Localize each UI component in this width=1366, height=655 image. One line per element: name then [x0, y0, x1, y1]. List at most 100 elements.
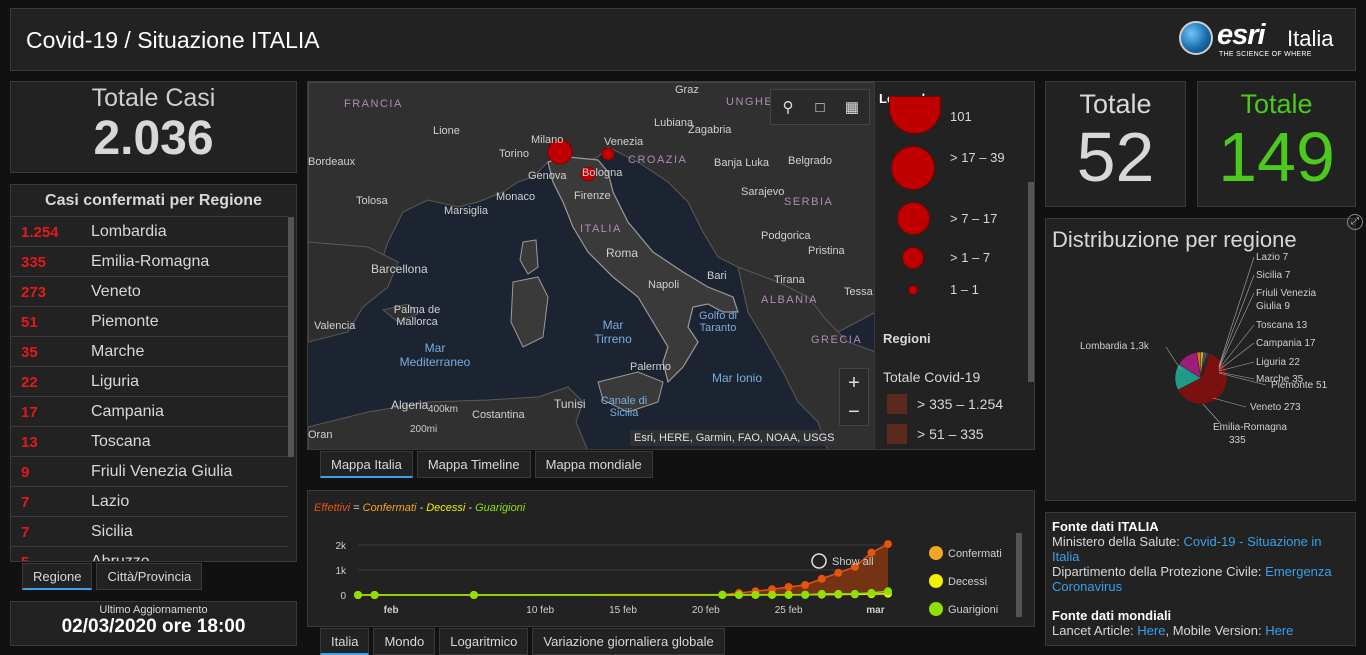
region-row[interactable]: 335 Emilia-Romagna — [11, 246, 288, 276]
map-city: Pristina — [808, 245, 845, 257]
region-name: Piemonte — [91, 313, 159, 330]
map-city: Milano — [531, 134, 564, 146]
total-cases-label: Totale Casi — [91, 84, 216, 112]
legend-label: Guarigioni — [948, 604, 998, 616]
y-tick-label: 1k — [335, 566, 347, 577]
x-tick-label: 15 feb — [609, 605, 637, 616]
zoom-out-button[interactable]: − — [840, 398, 868, 427]
globe-icon — [1179, 21, 1213, 55]
tab-mondo[interactable]: Mondo — [373, 628, 436, 655]
map-label-serbia: SERBIA — [784, 196, 834, 208]
total-deaths-label: Totale — [1079, 89, 1152, 119]
region-name: Veneto — [91, 283, 141, 300]
map-scale-km: 400km — [428, 404, 459, 415]
legend-label: Decessi — [948, 576, 987, 588]
data-point-guarigioni — [801, 590, 810, 599]
map-label-grecia: GRECIA — [811, 334, 863, 346]
map-city: Lione — [433, 125, 460, 137]
region-row[interactable]: 22 Liguria — [11, 366, 288, 396]
distribution-pie-chart[interactable] — [1046, 219, 1357, 502]
data-point-confermati — [884, 540, 892, 549]
map-city: Tolosa — [356, 195, 388, 207]
esri-logo[interactable]: esri Italia THE SCIENCE OF WHERE — [1179, 17, 1341, 65]
region-count: 51 — [21, 314, 38, 331]
region-row[interactable]: 7 Sicilia — [11, 516, 288, 546]
legend-item: > 7 – 17 — [950, 211, 998, 226]
pie-label: Friuli Venezia — [1256, 288, 1317, 299]
tab-mappa-italia[interactable]: Mappa Italia — [320, 451, 413, 478]
region-row[interactable]: 5 Abruzzo — [11, 546, 288, 561]
tab-regione[interactable]: Regione — [22, 563, 93, 590]
data-point-confermati — [834, 568, 843, 577]
total-deaths-value: 52 — [1076, 118, 1155, 196]
region-name: Emilia-Romagna — [91, 253, 210, 270]
legend-class-swatch — [887, 394, 907, 414]
map-city: Sarajevo — [741, 186, 785, 198]
total-cases-value: 2.036 — [93, 112, 214, 165]
map-sea: Mar Tirreno — [594, 318, 632, 346]
map-city: Monaco — [496, 191, 536, 203]
pie-label: Lazio 7 — [1256, 252, 1289, 263]
legend-symbol — [902, 247, 924, 269]
legend-class: > 335 – 1.254 — [917, 396, 1004, 412]
map-scale-mi: 200mi — [410, 424, 438, 435]
region-row[interactable]: 13 Toscana — [11, 426, 288, 456]
map-city: Graz — [675, 84, 699, 96]
map-city: Firenze — [574, 190, 611, 202]
data-point-guarigioni — [734, 590, 743, 599]
region-row[interactable]: 35 Marche — [11, 336, 288, 366]
map-city: Genova — [528, 170, 567, 182]
region-row[interactable]: 9 Friuli Venezia Giulia — [11, 456, 288, 486]
pie-label: Toscana 13 — [1256, 320, 1308, 331]
map-city: Bari — [707, 270, 727, 282]
region-row[interactable]: 51 Piemonte — [11, 306, 288, 336]
map-label-albania: ALBANIA — [761, 294, 818, 306]
region-row[interactable]: 1.254 Lombardia — [11, 216, 288, 246]
qr-code-icon[interactable]: ▦ — [841, 97, 863, 119]
map-attribution[interactable]: Esri, HERE, Garmin, FAO, NOAA, USGS — [630, 430, 839, 446]
map-sea: Mar Ionio — [712, 371, 763, 385]
map-label-croazia: CROAZIA — [628, 154, 688, 166]
region-row[interactable]: 17 Campania — [11, 396, 288, 426]
source-link-lancet[interactable]: Here — [1137, 623, 1165, 638]
pie-label: Liguria 22 — [1256, 357, 1300, 368]
pie-label: 335 — [1229, 435, 1246, 446]
region-count: 13 — [21, 434, 38, 451]
show-all-button[interactable]: Show all — [832, 556, 874, 568]
legend-symbol — [889, 96, 941, 134]
tab-mappa-mondiale[interactable]: Mappa mondiale — [534, 451, 653, 478]
tab-logaritmico[interactable]: Logaritmico — [439, 628, 529, 655]
tab-citta-provincia[interactable]: Città/Provincia — [96, 563, 203, 590]
map-city: Venezia — [604, 136, 644, 148]
legend-symbol — [908, 285, 918, 295]
map-legend: Legenda 101 > 17 – 39 > 7 – 17 > 1 – 7 1… — [875, 81, 1035, 450]
data-point-guarigioni — [817, 589, 826, 598]
region-name: Lazio — [91, 493, 130, 510]
source-text: Dipartimento della Protezione Civile: — [1052, 564, 1266, 579]
map-sea: Mar Mediterraneo — [399, 341, 471, 369]
x-tick-label: 20 feb — [692, 605, 720, 616]
map-city: Zagabria — [688, 124, 732, 136]
map-view[interactable]: FRANCIA UNGHE CROAZIA SERBIA ITALIA ALBA… — [307, 81, 875, 450]
expand-icon[interactable]: ⤢ — [1347, 214, 1363, 230]
header-bar: Covid-19 / Situazione ITALIA esri Italia… — [10, 8, 1356, 71]
legend-layer-name: Totale Covid-19 — [883, 369, 981, 385]
map-toolbar: ⚲ □ ▦ — [770, 89, 870, 125]
caption-guarigioni: Guarigioni — [475, 502, 526, 514]
distribution-panel: Distribuzione per regione Lazio 7 Sicili… — [1045, 218, 1356, 501]
tab-mappa-timeline[interactable]: Mappa Timeline — [416, 451, 531, 478]
caption-sep: - — [416, 502, 427, 514]
region-row[interactable]: 273 Veneto — [11, 276, 288, 306]
source-link-mobile[interactable]: Here — [1265, 623, 1293, 638]
legend-scrollbar[interactable] — [1028, 182, 1034, 382]
tab-italia[interactable]: Italia — [320, 628, 370, 655]
map-city: Belgrado — [788, 155, 833, 167]
y-tick-label: 0 — [340, 591, 346, 602]
bookmark-icon[interactable]: □ — [809, 97, 831, 119]
zoom-in-button[interactable]: + — [840, 369, 868, 398]
region-row[interactable]: 7 Lazio — [11, 486, 288, 516]
regions-scrollbar[interactable] — [288, 217, 294, 457]
search-icon[interactable]: ⚲ — [777, 97, 799, 119]
tab-variazione-giornaliera[interactable]: Variazione giornaliera globale — [532, 628, 725, 655]
region-count: 273 — [21, 284, 47, 301]
